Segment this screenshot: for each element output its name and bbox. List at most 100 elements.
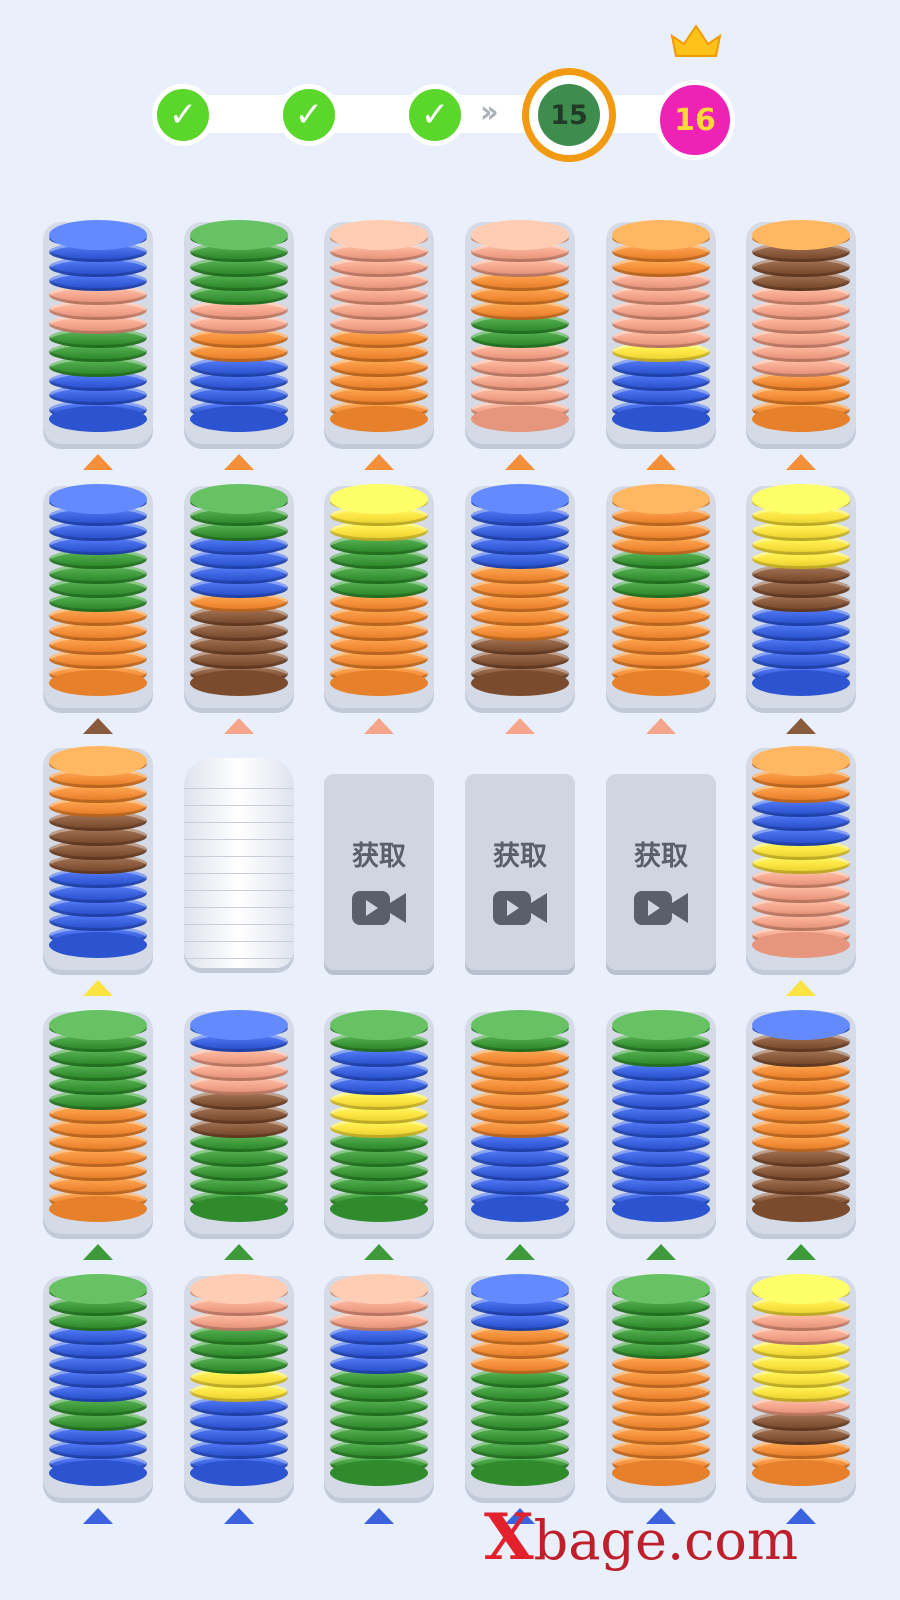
stack-top-disk xyxy=(471,484,569,514)
tube-color-marker xyxy=(224,454,254,470)
unlock-tube-by-video-button[interactable]: 获取 xyxy=(606,774,716,970)
stack-top-disk xyxy=(190,220,288,250)
stack-bottom-disk xyxy=(49,931,147,958)
stack-top-disk xyxy=(471,220,569,250)
stack-top-disk xyxy=(752,1274,850,1304)
stack-top-disk xyxy=(190,484,288,514)
game-board: 获取 获取 获取 xyxy=(0,0,900,1600)
tube[interactable] xyxy=(324,1274,434,1498)
tube[interactable] xyxy=(43,1010,153,1234)
tube[interactable] xyxy=(184,484,294,708)
stack-top-disk xyxy=(471,1274,569,1304)
stack-top-disk xyxy=(49,746,147,776)
stack-bottom-disk xyxy=(612,669,710,696)
tube-color-marker xyxy=(364,1244,394,1260)
tube[interactable] xyxy=(465,484,575,708)
tube-color-marker xyxy=(646,454,676,470)
stack-bottom-disk xyxy=(330,1459,428,1486)
stack-bottom-disk xyxy=(49,405,147,432)
stack-top-disk xyxy=(612,1274,710,1304)
tube-color-marker xyxy=(505,1244,535,1260)
tube[interactable] xyxy=(43,746,153,970)
stack-bottom-disk xyxy=(612,405,710,432)
tube-color-marker xyxy=(83,718,113,734)
stack-top-disk xyxy=(752,1010,850,1040)
stack-bottom-disk xyxy=(190,669,288,696)
tube-color-marker xyxy=(786,718,816,734)
stack-top-disk xyxy=(752,484,850,514)
tube[interactable] xyxy=(746,1010,856,1234)
stack-top-disk xyxy=(612,220,710,250)
tube-color-marker xyxy=(364,1508,394,1524)
tube-color-marker xyxy=(786,454,816,470)
stack-bottom-disk xyxy=(330,1195,428,1222)
stack-top-disk xyxy=(330,220,428,250)
tube-color-marker xyxy=(224,1244,254,1260)
unlock-label: 获取 xyxy=(634,841,688,872)
stack-bottom-disk xyxy=(49,1459,147,1486)
tube[interactable] xyxy=(465,220,575,444)
stack-top-disk xyxy=(752,746,850,776)
stack-bottom-disk xyxy=(49,1195,147,1222)
stack-top-disk xyxy=(49,220,147,250)
tube-color-marker xyxy=(83,1244,113,1260)
tube-ring xyxy=(184,940,294,959)
tube[interactable] xyxy=(746,746,856,970)
stack-bottom-disk xyxy=(190,1195,288,1222)
tube-color-marker xyxy=(646,1244,676,1260)
tube[interactable] xyxy=(43,1274,153,1498)
tube-color-marker xyxy=(83,1508,113,1524)
stack-bottom-disk xyxy=(612,1195,710,1222)
stack-top-disk xyxy=(330,1274,428,1304)
stack-top-disk xyxy=(190,1274,288,1304)
stack-bottom-disk xyxy=(752,669,850,696)
unlock-label: 获取 xyxy=(352,841,406,872)
tube[interactable] xyxy=(184,1274,294,1498)
tube[interactable] xyxy=(184,1010,294,1234)
stack-top-disk xyxy=(612,484,710,514)
stack-top-disk xyxy=(752,220,850,250)
stack-bottom-disk xyxy=(190,405,288,432)
tube-color-marker xyxy=(786,1244,816,1260)
stack-top-disk xyxy=(49,484,147,514)
stack-top-disk xyxy=(471,1010,569,1040)
tube-color-marker xyxy=(786,980,816,996)
tube[interactable] xyxy=(746,220,856,444)
tube-color-marker xyxy=(224,1508,254,1524)
tube[interactable] xyxy=(43,484,153,708)
stack-bottom-disk xyxy=(752,1195,850,1222)
tube-color-marker xyxy=(505,718,535,734)
tube[interactable] xyxy=(43,220,153,444)
tube-color-marker xyxy=(364,454,394,470)
tube-color-marker xyxy=(224,718,254,734)
tube-color-marker xyxy=(364,718,394,734)
tube[interactable] xyxy=(324,1010,434,1234)
tube[interactable] xyxy=(324,220,434,444)
tube[interactable] xyxy=(606,220,716,444)
stack-top-disk xyxy=(49,1274,147,1304)
unlock-tube-by-video-button[interactable]: 获取 xyxy=(324,774,434,970)
stack-top-disk xyxy=(49,1010,147,1040)
stack-bottom-disk xyxy=(612,1459,710,1486)
tube[interactable] xyxy=(746,484,856,708)
unlock-label: 获取 xyxy=(493,841,547,872)
unlock-tube-by-video-button[interactable]: 获取 xyxy=(465,774,575,970)
tube[interactable] xyxy=(746,1274,856,1498)
tube[interactable] xyxy=(184,220,294,444)
stack-bottom-disk xyxy=(752,405,850,432)
stack-top-disk xyxy=(330,1010,428,1040)
tube[interactable] xyxy=(606,1010,716,1234)
tube[interactable] xyxy=(606,484,716,708)
tube[interactable] xyxy=(465,1274,575,1498)
tube[interactable] xyxy=(324,484,434,708)
stack-bottom-disk xyxy=(330,669,428,696)
stack-bottom-disk xyxy=(49,669,147,696)
tube-color-marker xyxy=(505,454,535,470)
stack-bottom-disk xyxy=(471,1459,569,1486)
tube[interactable] xyxy=(606,1274,716,1498)
tube[interactable] xyxy=(465,1010,575,1234)
stack-top-disk xyxy=(190,1010,288,1040)
empty-tube[interactable] xyxy=(184,758,294,968)
tube-color-marker xyxy=(646,718,676,734)
stack-bottom-disk xyxy=(471,1195,569,1222)
